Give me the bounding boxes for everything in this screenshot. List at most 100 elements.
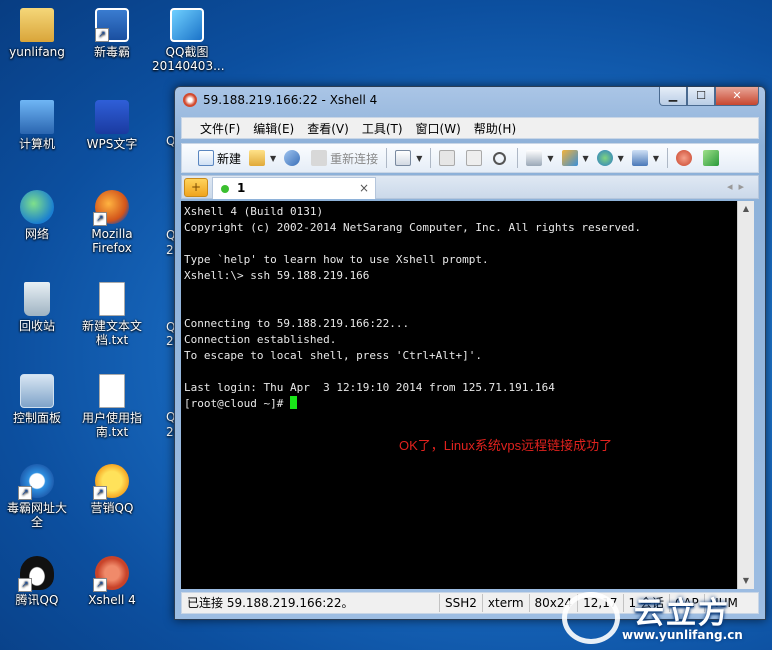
terminal-type-status: xterm <box>483 594 530 612</box>
desktop-icon-label: 用户使用指南.txt <box>81 411 142 439</box>
desktop-icon-duba[interactable]: 新毒霸 <box>73 8 151 59</box>
chevron-down-icon: ▼ <box>547 153 554 163</box>
firefox-icon <box>93 190 129 226</box>
desktop-icon-qq-screenshot[interactable]: QQ截图20140403... <box>148 8 226 73</box>
desktop-icon-computer[interactable]: 计算机 <box>0 100 76 151</box>
brand-name: 云立方 <box>634 596 730 631</box>
terminal-output[interactable]: Xshell 4 (Build 0131) Copyright (c) 2002-… <box>181 201 737 589</box>
menu-bar: 文件(F) 编辑(E) 查看(V) 工具(T) 窗口(W) 帮助(H) <box>181 117 759 139</box>
menu-view[interactable]: 查看(V) <box>307 120 349 137</box>
xshell-button[interactable] <box>675 150 695 166</box>
brand-url: www.yunlifang.cn <box>622 628 743 642</box>
copy-button[interactable] <box>439 150 458 166</box>
desktop-icon-yunlifang[interactable]: yunlifang <box>0 8 76 59</box>
desktop-icon-label: WPS文字 <box>86 137 138 151</box>
terminal-line: Xshell 4 (Build 0131) <box>184 205 324 218</box>
reconnect-label: 重新连接 <box>330 151 379 166</box>
xshell-logo-icon <box>183 93 197 107</box>
connection-status: 已连接 59.188.219.166:22。 <box>182 594 440 612</box>
folder-icon <box>249 150 266 166</box>
desktop-icon-marketing-qq[interactable]: 营销QQ <box>73 464 151 515</box>
connected-status-icon <box>221 185 229 193</box>
desktop-icon-firefox[interactable]: Mozilla Firefox <box>73 190 151 255</box>
duba-icon <box>95 8 129 42</box>
control-panel-icon <box>20 374 54 408</box>
menu-help[interactable]: 帮助(H) <box>474 120 516 137</box>
menu-edit[interactable]: 编辑(E) <box>253 120 294 137</box>
new-session-icon <box>198 150 214 166</box>
desktop-icon-label: 控制面板 <box>12 411 61 425</box>
font-button[interactable]: ▼ <box>631 150 659 166</box>
desktop-icon-label: 新毒霸 <box>93 45 130 59</box>
reconnect-button[interactable]: 重新连接 <box>311 150 378 167</box>
desktop-icon-label: 新建文本文档.txt <box>81 319 142 347</box>
desktop-icon-label: Xshell 4 <box>88 593 136 607</box>
globe-icon <box>596 150 613 166</box>
qq-marketing-icon <box>93 464 129 500</box>
browser-icon <box>18 464 54 500</box>
chevron-down-icon: ▼ <box>582 153 589 163</box>
terminal-line: Type `help' to learn how to use Xshell p… <box>184 253 489 266</box>
chevron-down-icon: ▼ <box>270 153 277 163</box>
window-controls: ▁ ☐ ✕ <box>659 87 759 106</box>
desktop-icon-duba-nav[interactable]: 毒霸网址大全 <box>0 464 76 529</box>
tab-close-button[interactable]: × <box>359 178 369 199</box>
open-folder-button[interactable]: ▼ <box>249 150 276 166</box>
chevron-down-icon: ▼ <box>617 153 624 163</box>
toolbar-separator <box>666 148 668 168</box>
desktop-icon-tencent-qq[interactable]: 腾讯QQ <box>0 556 76 607</box>
print-button[interactable]: ▼ <box>526 150 554 166</box>
terminal-line: To escape to local shell, press 'Ctrl+Al… <box>184 349 483 362</box>
desktop-icon-label: yunlifang <box>9 45 65 59</box>
add-tab-button[interactable]: + <box>184 178 208 197</box>
desktop-icon-new-text-doc[interactable]: 新建文本文档.txt <box>73 282 151 347</box>
new-session-label: 新建 <box>217 151 242 166</box>
menu-window[interactable]: 窗口(W) <box>416 120 461 137</box>
new-session-button[interactable]: 新建 <box>198 150 241 167</box>
computer-icon <box>20 100 54 134</box>
close-button[interactable]: ✕ <box>715 87 759 106</box>
scroll-up-icon[interactable]: ▲ <box>738 201 754 217</box>
shell-prompt: [root@cloud ~]# <box>184 397 290 410</box>
menu-file[interactable]: 文件(F) <box>200 120 240 137</box>
scroll-down-icon[interactable]: ▼ <box>738 573 754 589</box>
terminal-line: Last login: Thu Apr 3 12:19:10 2014 from… <box>184 381 555 394</box>
font-icon <box>631 150 648 166</box>
tab-session-1[interactable]: 1 59.188.219.166:22 × <box>212 177 376 216</box>
xshell-logo-icon <box>675 150 692 166</box>
menu-tools[interactable]: 工具(T) <box>362 120 403 137</box>
desktop-icon-control-panel[interactable]: 控制面板 <box>0 374 76 425</box>
desktop-icon-label: Mozilla Firefox <box>91 227 133 255</box>
terminal-line: Xshell:\> ssh 59.188.219.166 <box>184 269 370 282</box>
desktop-icon-network[interactable]: 网络 <box>0 190 76 241</box>
toolbar: 新建 ▼ 重新连接 ▼ ▼ ▼ ▼ ▼ <box>181 143 759 173</box>
paste-button[interactable] <box>466 150 485 166</box>
xftp-button[interactable] <box>702 150 722 166</box>
minimize-button[interactable]: ▁ <box>659 87 687 106</box>
properties-button[interactable]: ▼ <box>395 150 422 166</box>
xshell-icon <box>93 556 129 592</box>
tab-scroll-arrows-icon[interactable]: ◂▸ <box>727 180 750 193</box>
qq-penguin-icon <box>18 556 54 592</box>
properties-icon <box>395 150 412 166</box>
desktop-icon-xshell[interactable]: Xshell 4 <box>73 556 151 607</box>
desktop-icon-wps[interactable]: WPS文字 <box>73 100 151 151</box>
connect-button[interactable] <box>284 150 303 166</box>
globe-button[interactable]: ▼ <box>596 150 624 166</box>
transfer-button[interactable]: ▼ <box>561 150 589 166</box>
maximize-button[interactable]: ☐ <box>687 87 715 106</box>
terminal-scrollbar[interactable]: ▲ ▼ <box>737 201 754 589</box>
brand-watermark: 云立方 www.yunlifang.cn <box>560 588 772 650</box>
xshell-window: 59.188.219.166:22 - Xshell 4 ▁ ☐ ✕ 文件(F)… <box>174 86 766 620</box>
reconnect-icon <box>311 150 328 166</box>
desktop-icon-label: 回收站 <box>18 319 55 333</box>
text-file-icon <box>99 374 125 408</box>
desktop-icon-label: 腾讯QQ <box>15 593 59 607</box>
find-button[interactable] <box>493 151 509 165</box>
title-bar[interactable]: 59.188.219.166:22 - Xshell 4 ▁ ☐ ✕ <box>175 87 765 113</box>
desktop-icon-recycle-bin[interactable]: 回收站 <box>0 282 76 333</box>
desktop-icon-user-guide[interactable]: 用户使用指南.txt <box>73 374 151 439</box>
